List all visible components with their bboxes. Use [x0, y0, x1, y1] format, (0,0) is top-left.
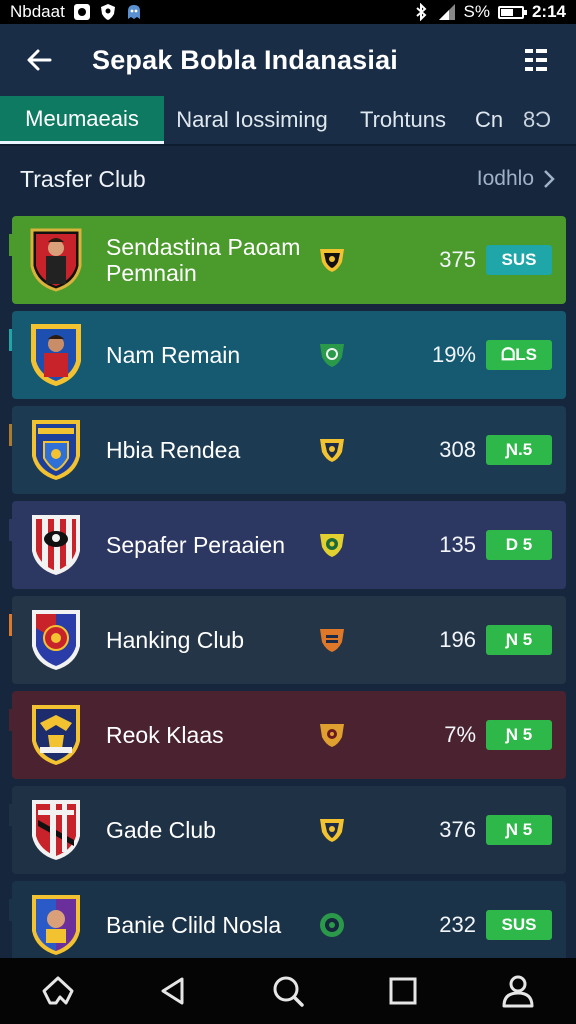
club-action-button[interactable]: ᗝLS	[486, 340, 552, 370]
purple-blue-crest-icon	[32, 895, 80, 955]
club-name: Reok Klaas	[106, 722, 224, 748]
back-nav-button[interactable]	[149, 967, 197, 1015]
search-button[interactable]	[264, 967, 312, 1015]
green-shield-icon	[320, 344, 344, 367]
club-row[interactable]: Hanking Club 196 Ɲ 5	[9, 596, 566, 684]
home-button[interactable]	[34, 967, 82, 1015]
club-action-button[interactable]: Ɲ 5	[486, 815, 552, 845]
club-value: 196	[439, 627, 476, 652]
home-icon	[42, 976, 74, 1005]
club-action-button[interactable]: Ɲ 5	[486, 625, 552, 655]
yellow-shield-icon	[320, 439, 344, 462]
player-blue-red-crest-icon	[31, 324, 81, 387]
club-row[interactable]: Hbia Rendea 308 Ɲ.5	[9, 406, 566, 494]
club-name: Hanking Club	[106, 627, 245, 653]
row-accent-marker	[9, 329, 12, 351]
row-accent-marker	[9, 804, 12, 826]
club-row[interactable]: Gade Club 376 Ɲ 5	[9, 786, 566, 874]
club-value: 232	[439, 912, 476, 937]
carrier-label: Nbdaat	[10, 2, 65, 21]
club-value: 135	[439, 532, 476, 557]
club-value: 376	[439, 817, 476, 842]
tab-naral-iossiming[interactable]: Naral Iossiming	[164, 96, 340, 144]
notification-app-icon	[73, 3, 91, 21]
club-action-button[interactable]: SUS	[486, 245, 552, 275]
shield-notification-icon	[99, 3, 117, 21]
red-white-black-crest-icon	[32, 800, 80, 860]
club-action-button[interactable]: D 5	[486, 530, 552, 560]
section-header: Trasfer Club Iodhlo	[0, 148, 576, 210]
player-red-black-crest-icon	[30, 228, 82, 292]
club-name: Sepafer Peraaien	[106, 532, 286, 558]
red-blue-crest-icon	[32, 610, 80, 670]
club-row[interactable]: Sepafer Peraaien 135 D 5	[9, 501, 566, 589]
club-name: Sendastina Paoam Pemnain	[106, 234, 301, 286]
club-action-button[interactable]: Ɲ 5	[486, 720, 552, 750]
profile-icon	[502, 975, 534, 1008]
row-accent-marker	[9, 614, 12, 636]
battery-icon	[497, 5, 527, 19]
club-value: 375	[439, 247, 476, 272]
club-list: Sendastina Paoam Pemnain 375 SUS Nam Remain…	[9, 216, 566, 976]
yellow-shield-icon	[320, 819, 344, 842]
row-accent-marker	[9, 234, 12, 256]
ghost-notification-icon	[125, 3, 143, 21]
section-title: Trasfer Club	[20, 165, 146, 192]
club-value: 7%	[444, 722, 476, 747]
club-value: 19%	[431, 342, 476, 367]
more-menu-icon	[525, 49, 547, 71]
row-accent-marker	[9, 709, 12, 731]
orange-shield-icon	[320, 629, 344, 652]
bluetooth-icon	[412, 3, 430, 21]
row-accent-marker	[9, 519, 12, 541]
red-white-stripes-crest-icon	[32, 515, 80, 575]
club-row[interactable]: Sendastina Paoam Pemnain 375 SUS	[9, 216, 566, 304]
signal-icon	[438, 3, 456, 21]
green-ring-shield-icon	[320, 913, 344, 937]
app-bar: Sepak Bobla Indanasiai	[0, 24, 576, 96]
back-triangle-icon	[161, 977, 184, 1005]
yellow-blue-eagle-crest-icon	[32, 705, 80, 765]
tab-cn[interactable]: Cn	[466, 96, 512, 144]
club-row[interactable]: Banie Clild Nosla 232 SUS	[9, 881, 566, 969]
blue-yellow-crest-icon	[32, 420, 80, 480]
row-accent-marker	[9, 424, 12, 446]
club-row[interactable]: Reok Klaas 7% Ɲ 5	[9, 691, 566, 779]
club-row[interactable]: Nam Remain 19% ᗝLS	[9, 311, 566, 399]
menu-button[interactable]	[520, 44, 552, 76]
gold-shield-icon	[320, 724, 344, 747]
club-name: Banie Clild Nosla	[106, 912, 282, 938]
yellow-green-shield-icon	[320, 534, 344, 557]
club-name: Hbia Rendea	[106, 437, 241, 463]
tab-meumaeais[interactable]: Meumaeais	[0, 96, 164, 144]
status-bar: Nbdaat S% 2:14	[0, 0, 576, 24]
club-name: Nam Remain	[106, 342, 241, 368]
recents-button[interactable]	[379, 967, 427, 1015]
row-accent-marker	[9, 899, 12, 921]
page-title: Sepak Bobla Indanasiai	[92, 44, 399, 75]
tab-overflow[interactable]: 8Ɔ	[512, 96, 562, 144]
see-all-link[interactable]: Iodhlo	[477, 167, 556, 191]
arrow-left-icon	[27, 49, 52, 71]
club-value: 308	[439, 437, 476, 462]
search-icon	[273, 976, 304, 1007]
club-action-button[interactable]: SUS	[486, 910, 552, 940]
profile-button[interactable]	[494, 967, 542, 1015]
club-name: Gade Club	[106, 817, 216, 843]
bottom-nav	[0, 958, 576, 1024]
clock: 2:14	[531, 2, 566, 21]
battery-percent: S%	[463, 2, 490, 21]
recents-square-icon	[389, 977, 417, 1005]
yellow-black-shield-icon	[320, 249, 344, 272]
back-button[interactable]	[24, 44, 56, 76]
chevron-right-icon	[544, 170, 555, 188]
see-all-label: Iodhlo	[476, 167, 534, 190]
tab-trohtuns[interactable]: Trohtuns	[340, 96, 466, 144]
tab-bar: Meumaeais Naral Iossiming Trohtuns Cn 8Ɔ	[0, 96, 576, 146]
club-action-button[interactable]: Ɲ.5	[486, 435, 552, 465]
